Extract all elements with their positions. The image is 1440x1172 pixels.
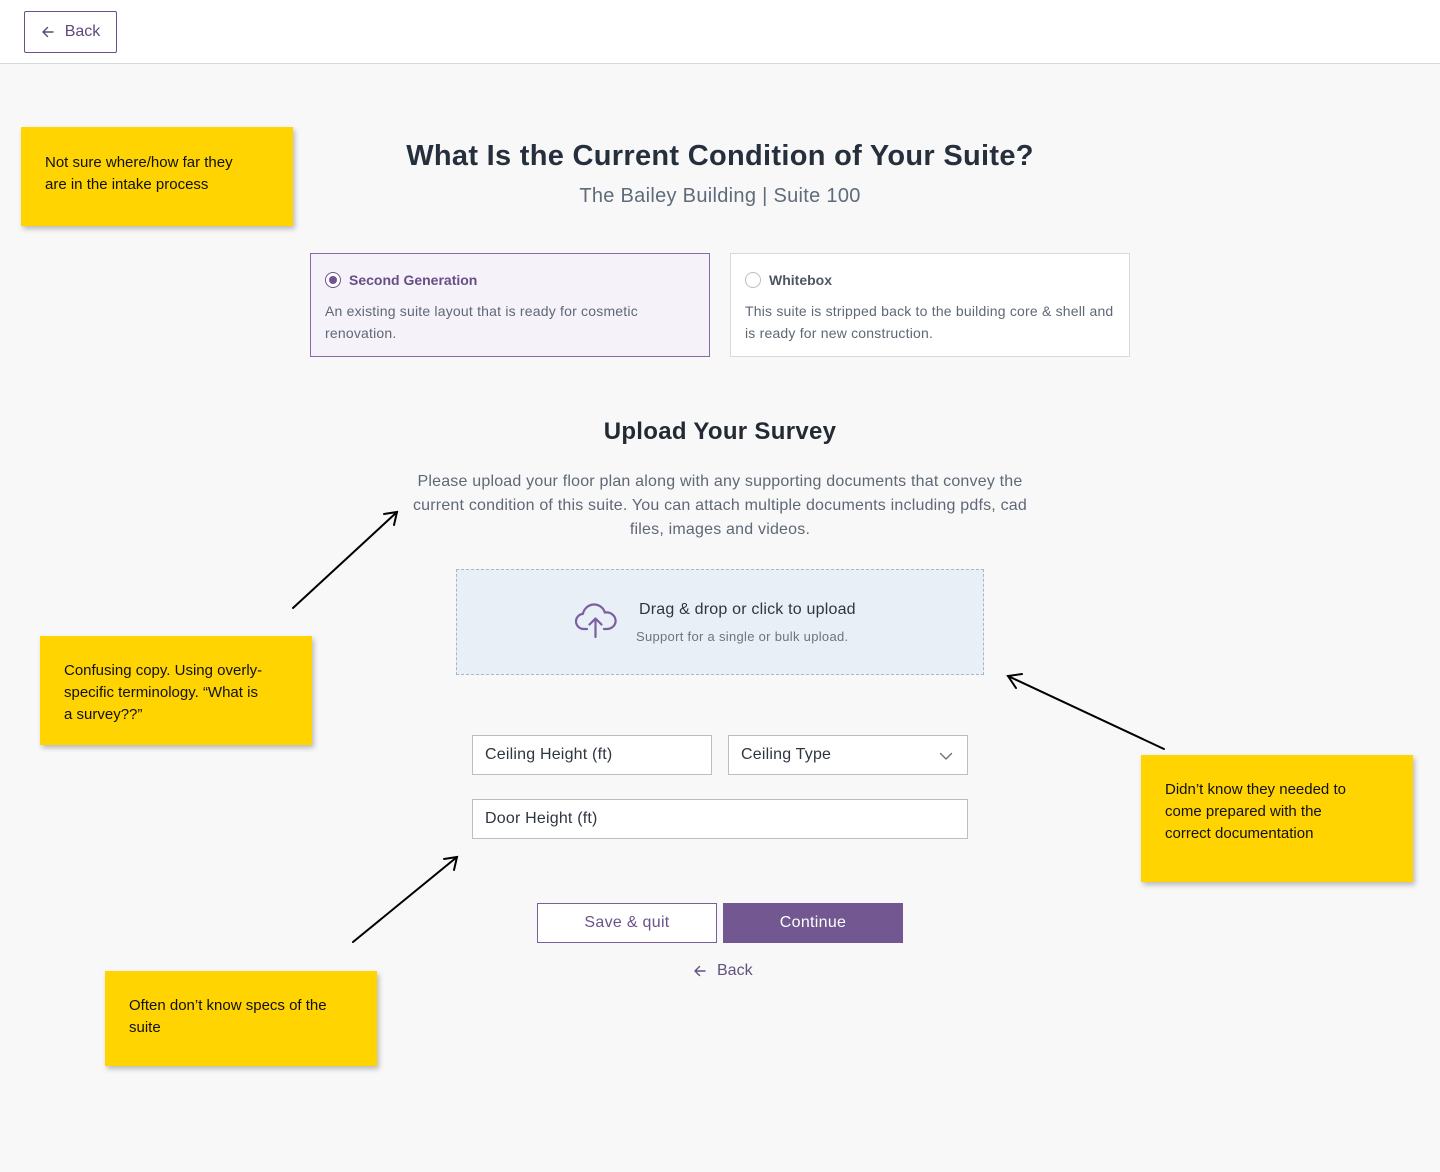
sticky-note-text: suite <box>129 1019 161 1036</box>
top-bar: Back <box>0 0 1440 64</box>
sticky-note-text: a survey??” <box>64 706 143 723</box>
ceiling-height-placeholder: Ceiling Height (ft) <box>485 746 613 763</box>
sticky-note-text: Confusing copy. Using overly- <box>64 662 263 679</box>
ceiling-type-placeholder: Ceiling Type <box>741 746 832 763</box>
cloud-upload-icon <box>573 600 619 640</box>
sticky-note-text: specific terminology. “What is <box>64 684 258 701</box>
ceiling-type-select[interactable]: Ceiling Type <box>728 735 968 775</box>
sticky-note-specs: Often don’t know specs of the suite <box>105 971 377 1066</box>
option-second-generation[interactable]: Second Generation An existing suite layo… <box>310 253 710 357</box>
upload-title: Drag & drop or click to upload <box>639 601 856 618</box>
sticky-note-text: Often don’t know specs of the <box>129 997 327 1014</box>
door-height-placeholder: Door Height (ft) <box>485 810 598 827</box>
arrow-left-icon <box>693 964 707 978</box>
option-description: This suite is stripped back to the build… <box>745 303 1114 341</box>
radio-icon[interactable] <box>745 272 761 288</box>
upload-hint: Support for a single or bulk upload. <box>636 629 849 644</box>
arrow-left-icon <box>41 25 55 39</box>
sticky-note-progress: Not sure where/how far they are in the i… <box>21 127 293 226</box>
option-label: Second Generation <box>349 272 478 288</box>
upload-dropzone[interactable]: Drag & drop or click to upload Support f… <box>456 569 984 675</box>
top-back-label: Back <box>64 23 101 40</box>
option-label: Whitebox <box>769 272 832 288</box>
option-whitebox[interactable]: Whitebox This suite is stripped back to … <box>730 253 1130 357</box>
upload-section-title: Upload Your Survey <box>603 418 837 445</box>
annotation-arrow-icon <box>352 855 459 943</box>
bottom-back-link[interactable]: Back <box>693 962 753 980</box>
door-height-input[interactable]: Door Height (ft) <box>472 799 968 839</box>
continue-button[interactable]: Continue <box>723 903 903 943</box>
annotation-arrow-icon <box>292 510 399 609</box>
sticky-note-documentation: Didn’t know they needed to come prepared… <box>1141 755 1413 882</box>
sticky-note-text: are in the intake process <box>45 176 209 193</box>
upload-section-description: Please upload your floor plan along with… <box>412 473 1027 538</box>
sticky-note-text: Not sure where/how far they <box>45 154 233 171</box>
sticky-note-text: correct documentation <box>1165 825 1314 842</box>
top-back-button[interactable]: Back <box>24 11 117 53</box>
ceiling-height-input[interactable]: Ceiling Height (ft) <box>472 735 712 775</box>
annotation-arrow-icon <box>1006 673 1165 750</box>
chevron-down-icon <box>939 749 953 763</box>
sticky-note-copy: Confusing copy. Using overly- specific t… <box>40 636 312 745</box>
bottom-back-label: Back <box>717 962 753 979</box>
sticky-note-text: Didn’t know they needed to <box>1165 781 1346 798</box>
radio-icon[interactable] <box>325 272 341 288</box>
sticky-note-text: come prepared with the <box>1165 803 1322 820</box>
option-description: An existing suite layout that is ready f… <box>325 303 638 341</box>
save-quit-button[interactable]: Save & quit <box>537 903 717 943</box>
